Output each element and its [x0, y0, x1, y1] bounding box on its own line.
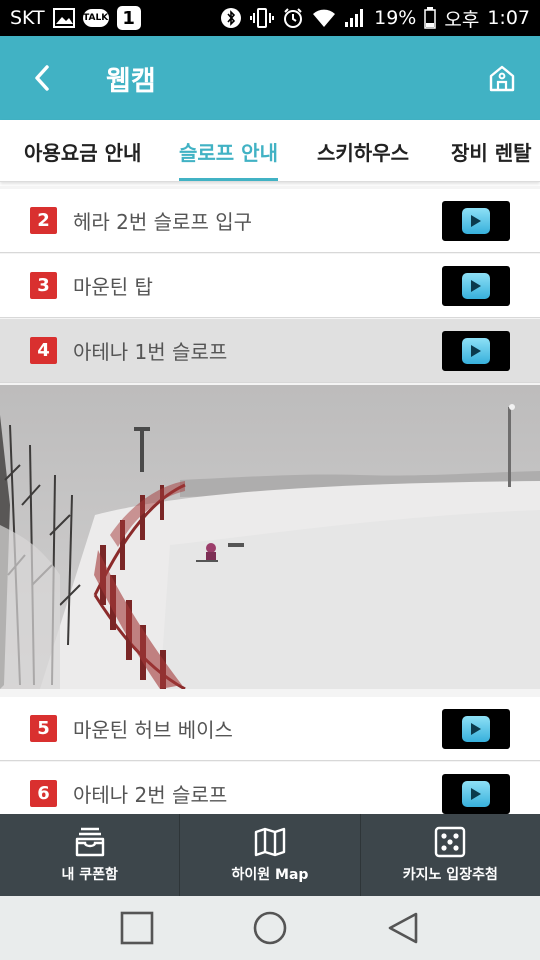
webcam-row-5[interactable]: 5 마운틴 허브 베이스: [0, 697, 540, 761]
home-button[interactable]: [464, 36, 540, 120]
webcam-label: 헤라 2번 슬로프 입구: [73, 210, 252, 234]
system-back-button[interactable]: [373, 898, 433, 958]
tab-ski-house[interactable]: 스키하우스: [317, 120, 409, 181]
coupon-tray-icon: [75, 827, 104, 857]
nav-label: 하이원 Map: [231, 867, 309, 883]
webcam-label: 아테나 2번 슬로프: [73, 783, 228, 807]
webcam-row-4[interactable]: 4 아테나 1번 슬로프: [0, 319, 540, 383]
status-bar: SKT TALK 1 19% 오후 1:07: [0, 0, 540, 36]
webcam-row-6[interactable]: 6 아테나 2번 슬로프: [0, 762, 540, 814]
back-triangle-icon: [389, 912, 418, 944]
play-button[interactable]: [442, 708, 510, 749]
dice-icon: [435, 826, 466, 858]
app-header: 웹캠: [0, 36, 540, 120]
webcam-row-3[interactable]: 3 마운틴 탑: [0, 254, 540, 318]
system-nav-bar: [0, 896, 540, 960]
play-button[interactable]: [442, 200, 510, 241]
home-circle-icon: [253, 911, 287, 945]
play-icon: [462, 715, 490, 742]
recent-apps-button[interactable]: [107, 898, 167, 958]
nav-casino-lottery[interactable]: 카지노 입장추첨: [361, 814, 540, 896]
tab-pricing[interactable]: 아용요금 안내: [24, 120, 141, 181]
page-title: 웹캠: [106, 65, 156, 97]
play-button[interactable]: [442, 265, 510, 306]
system-home-button[interactable]: [240, 898, 300, 958]
snowy-slope-image: [0, 385, 540, 689]
webcam-label: 마운틴 허브 베이스: [73, 718, 233, 742]
notification-count-badge: 1: [116, 6, 141, 30]
webcam-row-2[interactable]: 2 헤라 2번 슬로프 입구: [0, 189, 540, 253]
webcam-label: 아테나 1번 슬로프: [73, 340, 228, 364]
webcam-list[interactable]: 2 헤라 2번 슬로프 입구 3 마운틴 탑 4 아테나 1번 슬로프 5 마운…: [0, 186, 540, 814]
alarm-icon: [282, 7, 304, 29]
tab-slope-guide[interactable]: 슬로프 안내: [179, 120, 278, 181]
screen: SKT TALK 1 19% 오후 1:07 웹캠 아용요금 안내 슬로프 안내…: [0, 0, 540, 960]
gallery-icon: [52, 8, 75, 28]
vibrate-icon: [250, 7, 275, 29]
wifi-icon: [312, 8, 336, 28]
nav-label: 내 쿠폰함: [61, 867, 118, 883]
battery-icon: [424, 7, 437, 29]
row-number-badge: 3: [30, 272, 57, 299]
recent-apps-icon: [120, 911, 153, 945]
tab-equipment-rental[interactable]: 장비 렌탈: [451, 120, 532, 181]
back-arrow-icon: [35, 65, 49, 91]
nav-label: 카지노 입장추첨: [402, 867, 498, 883]
play-icon: [462, 207, 490, 234]
play-button[interactable]: [442, 773, 510, 814]
time-ampm: 오후: [444, 8, 480, 31]
play-icon: [462, 272, 490, 299]
category-tabs: 아용요금 안내 슬로프 안내 스키하우스 장비 렌탈: [0, 120, 540, 182]
webcam-label: 마운틴 탑: [73, 275, 153, 299]
bottom-nav: 내 쿠폰함 하이원 Map 카지노 입장추첨: [0, 814, 540, 896]
row-number-badge: 5: [30, 715, 57, 742]
row-number-badge: 2: [30, 207, 57, 234]
map-icon: [254, 827, 286, 857]
clock-time: 1:07: [487, 7, 530, 29]
play-button[interactable]: [442, 330, 510, 371]
battery-percent: 19%: [374, 7, 417, 29]
play-icon: [462, 780, 490, 807]
home-icon: [489, 65, 515, 92]
bluetooth-icon: [220, 7, 242, 29]
back-button[interactable]: [0, 36, 84, 120]
nav-high1-map[interactable]: 하이원 Map: [180, 814, 361, 896]
carrier-label: SKT: [10, 7, 45, 29]
play-icon: [462, 337, 490, 364]
signal-icon: [344, 8, 366, 28]
kakaotalk-icon: TALK: [82, 9, 109, 27]
row-number-badge: 6: [30, 780, 57, 807]
webcam-snapshot[interactable]: [0, 385, 540, 689]
row-number-badge: 4: [30, 337, 57, 364]
nav-coupon-box[interactable]: 내 쿠폰함: [0, 814, 181, 896]
